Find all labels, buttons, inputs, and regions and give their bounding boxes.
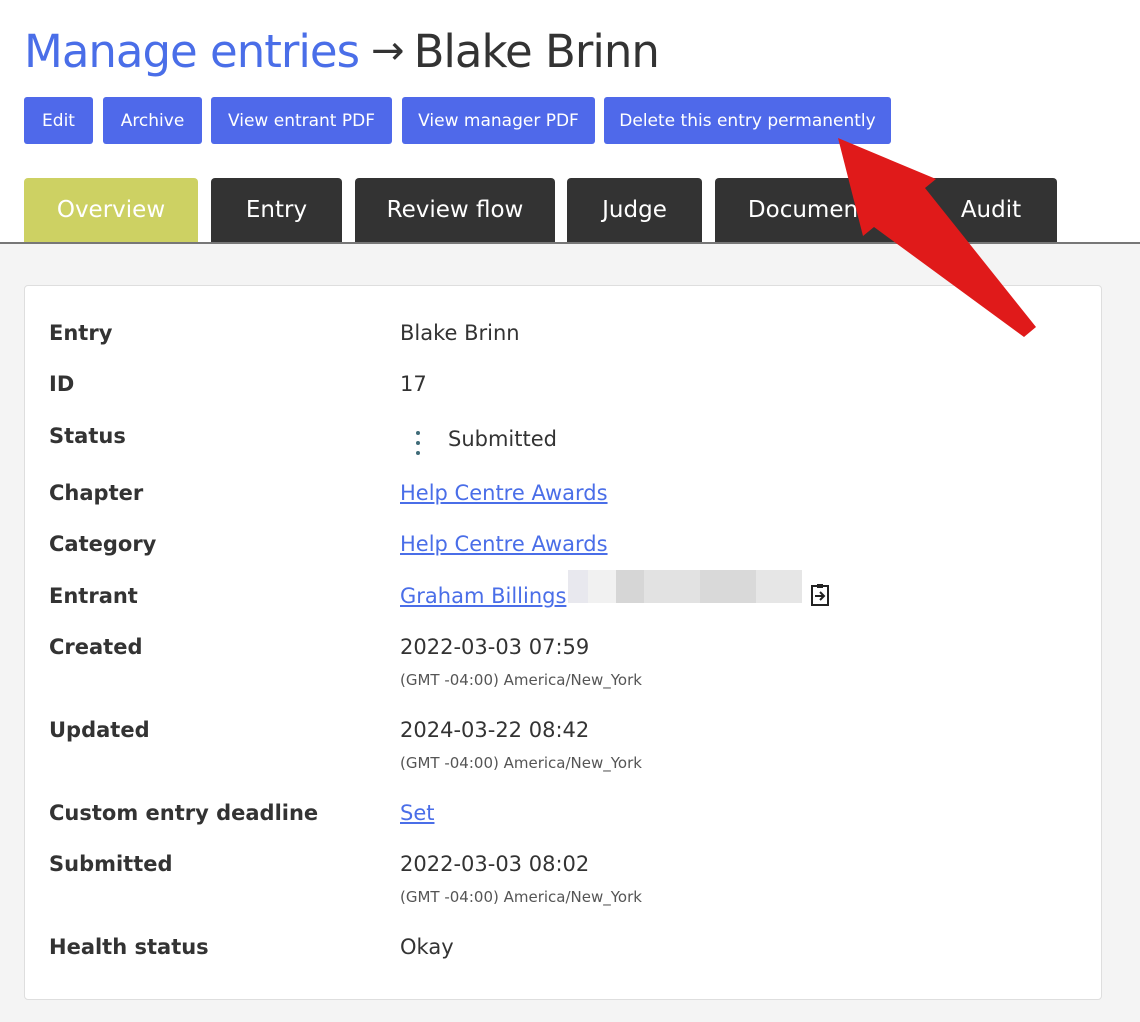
delete-entry-button[interactable]: Delete this entry permanently <box>604 97 891 144</box>
id-label: ID <box>49 372 75 396</box>
entry-name-heading: Blake Brinn <box>413 24 660 78</box>
updated-label: Updated <box>49 718 150 742</box>
tab-audit[interactable]: Audit <box>925 178 1057 242</box>
custom-deadline-label: Custom entry deadline <box>49 801 319 825</box>
breadcrumb-manage-entries[interactable]: Manage entries <box>24 25 360 78</box>
view-manager-pdf-button[interactable]: View manager PDF <box>402 97 595 144</box>
created-value: 2022-03-03 07:59 <box>400 635 590 659</box>
tab-bar: Overview Entry Review flow Judge Documen… <box>0 178 1140 244</box>
tab-documents[interactable]: Documents <box>715 178 912 242</box>
redacted-area <box>568 570 802 603</box>
submitted-value: 2022-03-03 08:02 <box>400 852 590 876</box>
breadcrumb-arrow-icon: → <box>371 28 405 74</box>
created-timezone: (GMT -04:00) America/New_York <box>400 671 642 689</box>
entry-label: Entry <box>49 321 113 345</box>
view-entrant-pdf-button[interactable]: View entrant PDF <box>211 97 392 144</box>
health-status-label: Health status <box>49 935 209 959</box>
status-value: Submitted <box>448 427 557 451</box>
tab-overview[interactable]: Overview <box>24 178 198 242</box>
page: Manage entries → Blake Brinn Edit Archiv… <box>0 0 1140 1022</box>
updated-timezone: (GMT -04:00) America/New_York <box>400 754 642 772</box>
tab-review-flow[interactable]: Review flow <box>355 178 555 242</box>
entrant-link[interactable]: Graham Billings <box>400 584 566 608</box>
archive-button[interactable]: Archive <box>103 97 202 144</box>
category-label: Category <box>49 532 157 556</box>
set-deadline-link[interactable]: Set <box>400 801 434 825</box>
created-label: Created <box>49 635 143 659</box>
status-label: Status <box>49 424 126 448</box>
category-link[interactable]: Help Centre Awards <box>400 532 608 556</box>
entrant-label: Entrant <box>49 584 138 608</box>
submitted-label: Submitted <box>49 852 173 876</box>
chapter-link[interactable]: Help Centre Awards <box>400 481 608 505</box>
tab-entry[interactable]: Entry <box>211 178 342 242</box>
id-value: 17 <box>400 372 427 396</box>
edit-button[interactable]: Edit <box>24 97 93 144</box>
login-as-user-icon[interactable] <box>808 583 832 607</box>
submitted-timezone: (GMT -04:00) America/New_York <box>400 888 642 906</box>
page-title: Manage entries → Blake Brinn <box>24 20 660 82</box>
chapter-label: Chapter <box>49 481 144 505</box>
entry-value: Blake Brinn <box>400 321 520 345</box>
kebab-menu-icon[interactable] <box>410 431 426 455</box>
updated-value: 2024-03-22 08:42 <box>400 718 590 742</box>
tab-judge[interactable]: Judge <box>567 178 702 242</box>
health-status-value: Okay <box>400 935 454 959</box>
